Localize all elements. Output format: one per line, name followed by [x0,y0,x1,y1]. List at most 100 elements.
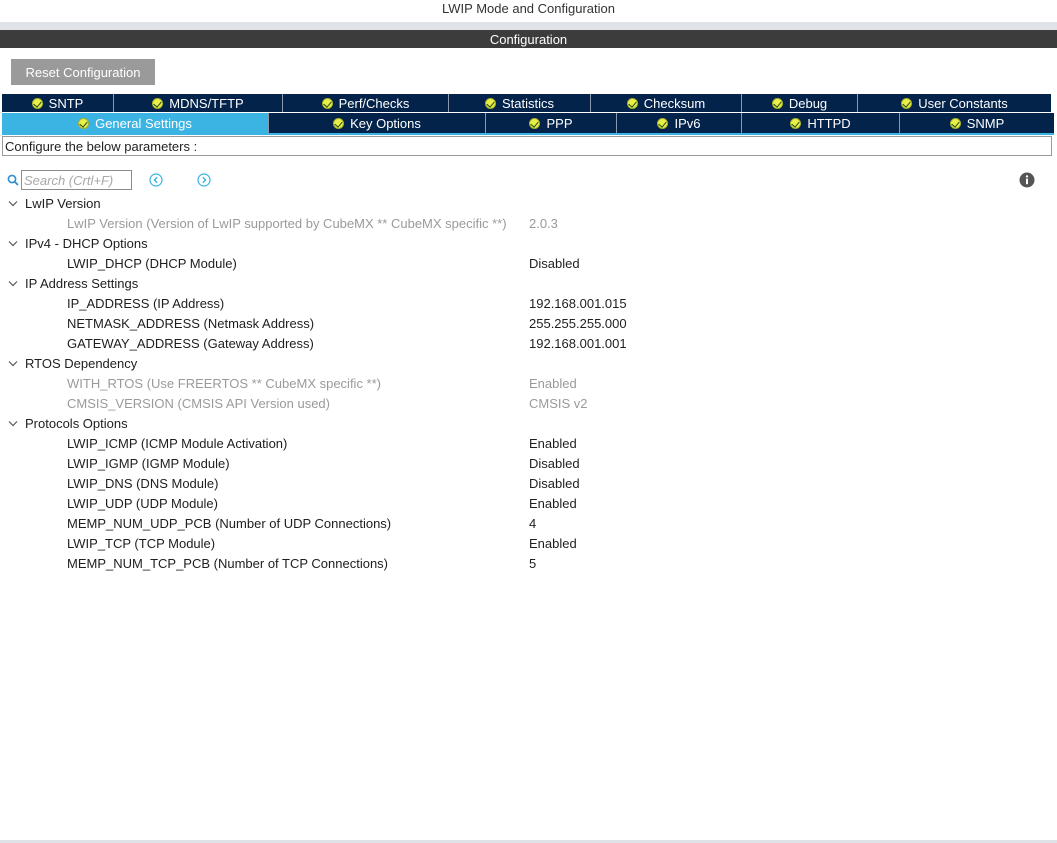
chevron-down-icon[interactable] [8,240,18,248]
param-value[interactable]: 255.255.255.000 [529,314,627,334]
param-row[interactable]: GATEWAY_ADDRESS (Gateway Address) 192.16… [0,334,1057,354]
param-label: CMSIS_VERSION (CMSIS API Version used) [67,396,330,411]
tab-user-constants[interactable]: User Constants [858,94,1051,112]
param-value[interactable]: Disabled [529,254,580,274]
tab-sntp[interactable]: SNTP [2,94,114,112]
search-icon[interactable] [7,174,19,186]
tab-label: Debug [788,95,828,111]
param-label: LwIP Version (Version of LwIP supported … [67,216,507,231]
param-value: 2.0.3 [529,216,558,231]
group-title: IPv4 - DHCP Options [25,236,148,251]
check-icon [657,117,669,129]
check-icon [626,97,638,109]
reset-configuration-button[interactable]: Reset Configuration [11,59,155,85]
info-icon[interactable] [1019,172,1035,188]
check-icon [949,117,961,129]
tab-label: MDNS/TFTP [169,95,244,111]
param-label: NETMASK_ADDRESS (Netmask Address) [67,316,315,331]
tab-snmp[interactable]: SNMP [900,113,1054,133]
group-rtos-dependency[interactable]: RTOS Dependency [0,354,1057,374]
param-value[interactable]: 5 [529,554,536,574]
group-title: RTOS Dependency [25,356,138,371]
param-label: MEMP_NUM_TCP_PCB (Number of TCP Connecti… [67,556,389,571]
param-row[interactable]: LWIP_IGMP (IGMP Module) Disabled [0,454,1057,474]
param-label: LWIP_UDP (UDP Module) [67,496,218,511]
tab-debug[interactable]: Debug [742,94,858,112]
tab-mdns-tftp[interactable]: MDNS/TFTP [114,94,283,112]
search-next-icon[interactable] [197,173,211,187]
tab-general-settings[interactable]: General Settings [2,113,269,133]
chevron-down-icon[interactable] [8,360,18,368]
group-lwip-version[interactable]: LwIP Version [0,194,1057,214]
param-row[interactable]: WITH_RTOS (Use FREERTOS ** CubeMX specif… [0,374,1057,394]
tab-label: PPP [546,115,573,131]
param-label: GATEWAY_ADDRESS (Gateway Address) [67,336,314,351]
param-row[interactable]: IP_ADDRESS (IP Address) 192.168.001.015 [0,294,1057,314]
title-divider [0,22,1057,30]
param-label: MEMP_NUM_UDP_PCB (Number of UDP Connecti… [67,516,392,531]
tab-checksum[interactable]: Checksum [591,94,742,112]
param-value[interactable]: Disabled [529,474,580,494]
parameters-description: Configure the below parameters : [2,136,1052,156]
param-row[interactable]: MEMP_NUM_UDP_PCB (Number of UDP Connecti… [0,514,1057,534]
param-value[interactable]: Enabled [529,434,577,454]
tab-label: General Settings [95,115,192,131]
check-icon [31,97,43,109]
group-ip-address-settings[interactable]: IP Address Settings [0,274,1057,294]
chevron-down-icon[interactable] [8,420,18,428]
window-title: LWIP Mode and Configuration [0,0,1057,22]
param-row[interactable]: LWIP_DNS (DNS Module) Disabled [0,474,1057,494]
param-value[interactable]: Enabled [529,494,577,514]
tab-key-options[interactable]: Key Options [269,113,486,133]
param-row[interactable]: NETMASK_ADDRESS (Netmask Address) 255.25… [0,314,1057,334]
tab-httpd[interactable]: HTTPD [742,113,900,133]
tab-ipv6[interactable]: IPv6 [617,113,742,133]
group-title: Protocols Options [25,416,128,431]
param-label: LWIP_DNS (DNS Module) [67,476,219,491]
search-previous-icon[interactable] [149,173,163,187]
tab-label: SNTP [48,95,84,111]
param-value[interactable]: Enabled [529,534,577,554]
param-value[interactable]: 4 [529,514,536,534]
check-icon [152,97,164,109]
tab-underline [2,133,1054,135]
param-row[interactable]: LWIP_ICMP (ICMP Module Activation) Enabl… [0,434,1057,454]
param-label: WITH_RTOS (Use FREERTOS ** CubeMX specif… [67,376,382,391]
tab-label: HTTPD [807,115,851,131]
param-row[interactable]: LwIP Version (Version of LwIP supported … [0,214,1057,234]
tab-label: SNMP [966,115,1005,131]
tab-ppp[interactable]: PPP [486,113,617,133]
param-label: LWIP_TCP (TCP Module) [67,536,216,551]
chevron-down-icon[interactable] [8,280,18,288]
tab-label: Key Options [350,115,421,131]
check-icon [790,117,802,129]
param-value: Enabled [529,376,577,391]
param-row[interactable]: MEMP_NUM_TCP_PCB (Number of TCP Connecti… [0,554,1057,574]
tab-row-1: SNTP MDNS/TFTP Perf/Checks Statistics Ch… [2,94,1051,112]
check-icon [901,97,913,109]
search-input[interactable] [21,170,132,190]
group-ipv4-dhcp-options[interactable]: IPv4 - DHCP Options [0,234,1057,254]
param-label: LWIP_DHCP (DHCP Module) [67,256,237,271]
tab-label: IPv6 [674,115,701,131]
tab-label: Statistics [501,95,554,111]
param-row[interactable]: LWIP_TCP (TCP Module) Enabled [0,534,1057,554]
check-icon [529,117,541,129]
param-value[interactable]: 192.168.001.015 [529,294,627,314]
param-value[interactable]: Disabled [529,454,580,474]
check-icon [78,117,90,129]
param-row[interactable]: CMSIS_VERSION (CMSIS API Version used) C… [0,394,1057,414]
chevron-down-icon[interactable] [8,200,18,208]
check-icon [484,97,496,109]
tab-statistics[interactable]: Statistics [449,94,591,112]
group-title: LwIP Version [25,196,101,211]
param-row[interactable]: LWIP_UDP (UDP Module) Enabled [0,494,1057,514]
check-icon [771,97,783,109]
param-value[interactable]: 192.168.001.001 [529,334,627,354]
tab-row-2: General Settings Key Options PPP IPv6 HT… [2,113,1054,133]
check-icon [333,117,345,129]
tab-perf-checks[interactable]: Perf/Checks [283,94,449,112]
group-protocols-options[interactable]: Protocols Options [0,414,1057,434]
tab-label: Checksum [643,95,706,111]
param-row[interactable]: LWIP_DHCP (DHCP Module) Disabled [0,254,1057,274]
